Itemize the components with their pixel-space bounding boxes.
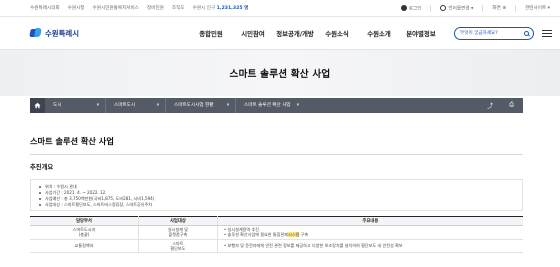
cell-target: 스마트 횡단보도	[137, 239, 218, 254]
main-content: 스마트 솔루션 확산 사업 추진개요 위치 : 수원시 관내 사업기간 : 20…	[30, 135, 523, 254]
related-sites-select[interactable]: 관련사이트 ▾	[525, 5, 550, 11]
nav-about[interactable]: 수원소개	[358, 29, 400, 38]
cell-dept: 스마트도시과 (총괄)	[30, 225, 139, 240]
banner-title: 스마트 솔루션 확산 사업	[229, 69, 331, 80]
nav-participation[interactable]: 시민참여	[232, 29, 274, 38]
site-logo[interactable]: 수원특례시	[29, 28, 160, 39]
search-box[interactable]: 무엇이 궁금하세요?	[454, 26, 534, 40]
nav-open-info[interactable]: 정보공개/개방	[274, 29, 316, 38]
highlighted-text: 솔루션 확산사업에 필요한 통합관제시스템 구축	[227, 232, 309, 238]
table-row: 교통정책과 스마트 횡단보도 • 보행자 및 운전자에게 안전 관련 정보를 제공…	[30, 239, 523, 254]
cell-target: 실시설계 및 플랫폼구축	[137, 225, 218, 240]
menu-icon[interactable]	[542, 29, 552, 37]
breadcrumb-item-projects[interactable]: 스마트도시사업 현황	[165, 98, 235, 113]
text-highlight: 시스템	[287, 232, 300, 238]
logo-mark-icon	[29, 28, 42, 38]
home-icon[interactable]	[30, 98, 45, 113]
population-stat: 수원시 인구 1,231,325 명	[193, 5, 249, 11]
globe-icon	[440, 4, 447, 11]
col-dept: 담당부서	[30, 216, 139, 226]
nav-civil-service[interactable]: 종합민원	[190, 29, 232, 38]
zoom-label: 화면	[492, 6, 501, 11]
divider	[430, 4, 432, 12]
divider	[482, 4, 484, 12]
utility-bar: 수원특례시의회 수원시청 수원시민원통복지서비스 정비민원 조직도 수원시 인구…	[0, 0, 560, 17]
search-input[interactable]: 무엇이 궁금하세요?	[460, 30, 498, 36]
overview-box: 위치 : 수원시 관내 사업기간 : 2021. 4. ~ 2022. 12. …	[30, 179, 523, 211]
main-nav: 종합민원 시민참여 정보공개/개방 수원소식 수원소개 분야별정보	[160, 29, 454, 38]
section-heading: 추진개요	[30, 164, 54, 171]
overview-targets: 사업대상 : 스마트횡단보도, 스마트버스정류장, 스마트공유주차	[39, 202, 514, 208]
login-link[interactable]: 로그인	[400, 4, 422, 12]
nav-news[interactable]: 수원소식	[316, 29, 358, 38]
population-value: 1,231,325 명	[216, 6, 249, 11]
logo-text: 수원특례시	[45, 28, 79, 38]
nav-field-info[interactable]: 분야별정보	[400, 29, 442, 38]
site-header: 수원특례시 종합민원 시민참여 정보공개/개방 수원소식 수원소개 분야별정보 …	[0, 17, 560, 50]
table-header-row: 담당부서 사업대상 주요내용	[30, 216, 523, 226]
language-label: 언어를변경	[448, 6, 470, 12]
page-tools: ⤴ ⎙	[487, 101, 523, 110]
login-label: 로그인	[408, 6, 422, 12]
related-sites-label: 관련사이트	[525, 6, 547, 11]
breadcrumb-item-current[interactable]: 스마트 솔루션 확산 사업	[235, 98, 305, 113]
page-title: 스마트 솔루션 확산 사업	[30, 135, 523, 155]
language-selector[interactable]: 언어를변경 ▾	[440, 4, 473, 12]
col-target: 사업대상	[137, 216, 218, 226]
breadcrumb: 도시 스마트도시 스마트도시사업 현황 스마트 솔루션 확산 사업 ⤴ ⎙	[30, 98, 523, 113]
table-row: 스마트도시과 (총괄) 실시설계 및 플랫폼구축 • 실시설계용역 추진 • 솔루션…	[30, 225, 523, 240]
cell-content: • 실시설계용역 추진 • 솔루션 확산사업에 필요한 통합관제시스템 구축	[216, 225, 523, 240]
link-civil[interactable]: 정비민원	[147, 5, 164, 11]
project-table: 담당부서 사업대상 주요내용 스마트도시과 (총괄) 실시설계 및 플랫폼구축 • …	[30, 216, 523, 254]
breadcrumb-item-smart-city[interactable]: 스마트도시	[105, 98, 165, 113]
user-icon	[400, 4, 407, 11]
zoom-in-icon[interactable]: ⊕	[502, 6, 506, 11]
cell-dept: 교통정책과	[30, 239, 139, 254]
print-icon[interactable]: ⎙	[509, 101, 514, 110]
utility-links: 수원특례시의회 수원시청 수원시민원통복지서비스 정비민원 조직도 수원시 인구…	[30, 5, 401, 11]
cell-content: • 보행자 및 운전자에게 안전 관련 정보를 제공하고 다양한 보조장치를 설…	[216, 239, 523, 254]
link-welfare[interactable]: 수원시민원통복지서비스	[93, 5, 140, 11]
breadcrumb-item-city[interactable]: 도시	[45, 98, 105, 113]
zoom-control[interactable]: 화면 ⊕	[492, 5, 506, 11]
col-content: 주요내용	[216, 216, 523, 226]
population-label: 수원시 인구	[192, 6, 216, 11]
link-city-hall[interactable]: 수원시청	[68, 5, 85, 11]
share-icon[interactable]: ⤴	[487, 101, 493, 110]
divider	[515, 4, 517, 12]
link-council[interactable]: 수원특례시의회	[30, 5, 60, 11]
page-banner: 스마트 솔루션 확산 사업	[0, 50, 560, 96]
search-icon[interactable]	[524, 30, 529, 36]
link-org-chart[interactable]: 조직도	[172, 5, 185, 11]
